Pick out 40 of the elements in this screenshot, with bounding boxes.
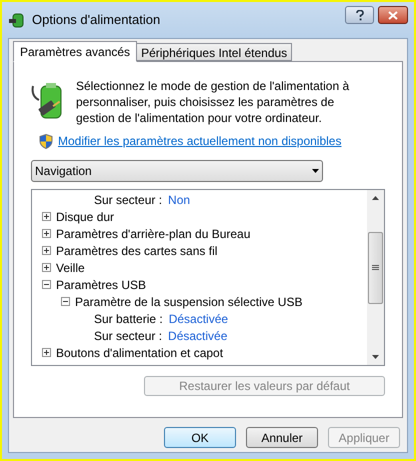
tab[interactable]: Périphériques Intel étendus: [137, 43, 292, 61]
collapse-icon[interactable]: [61, 297, 70, 306]
scrollbar[interactable]: [367, 190, 384, 365]
tree-item[interactable]: Paramètre de la suspension sélective USB: [75, 292, 302, 310]
setting-value[interactable]: Désactivée: [168, 326, 228, 344]
scroll-up-icon: [372, 196, 379, 200]
grip-icon: [372, 265, 379, 271]
tree-item[interactable]: Boutons d'alimentation et capot: [56, 344, 224, 362]
dialog-button[interactable]: Annuler: [246, 427, 318, 448]
change-settings-link[interactable]: Modifier les paramètres actuellement non disponibles: [58, 132, 342, 150]
expand-icon[interactable]: [42, 212, 51, 221]
window-title: Options d'alimentation: [32, 11, 162, 30]
help-button[interactable]: [345, 6, 374, 24]
setting-label: Sur secteur :: [94, 192, 162, 208]
tree-item[interactable]: Paramètres d'arrière-plan du Bureau: [56, 224, 250, 242]
dropdown-arrow-icon: [312, 169, 319, 173]
tree-item[interactable]: Disque dur: [56, 208, 114, 226]
expand-icon[interactable]: [42, 263, 51, 272]
expand-icon[interactable]: [42, 246, 51, 255]
tree-item[interactable]: Veille: [56, 258, 85, 276]
power-plug-icon: [8, 11, 26, 29]
setting-value[interactable]: Non: [168, 190, 190, 208]
setting-label: Sur batterie :: [94, 310, 163, 328]
scroll-thumb[interactable]: [368, 232, 383, 304]
close-button[interactable]: [378, 6, 408, 24]
tree-item[interactable]: Paramètres USB: [56, 276, 146, 294]
intro-text: Sélectionnez le mode de gestion de l'alimentation à personnaliser, puis choisissez les paramètres de gestion de l'alimentation pour votre ordinateur.: [76, 78, 350, 126]
plan-dropdown[interactable]: Navigation: [31, 160, 323, 182]
collapse-icon[interactable]: [42, 280, 51, 289]
help-icon: [356, 10, 364, 20]
scroll-down-icon: [372, 355, 379, 359]
setting-label: Sur secteur :: [94, 328, 162, 344]
expand-icon[interactable]: [42, 348, 51, 357]
dialog-button[interactable]: OK: [164, 427, 236, 448]
tab[interactable]: Paramètres avancés: [13, 41, 138, 62]
setting-value[interactable]: Désactivée: [168, 310, 228, 328]
expand-icon[interactable]: [42, 229, 51, 238]
close-icon: [388, 10, 398, 20]
shield-icon: [39, 134, 53, 148]
tree-item[interactable]: Paramètres des cartes sans fil: [56, 242, 218, 260]
